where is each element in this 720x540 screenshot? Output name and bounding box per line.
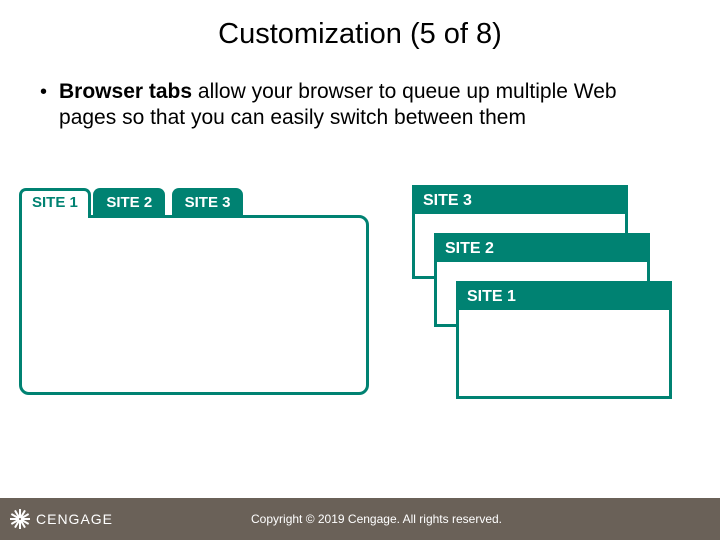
window-site1: SITE 1 [456, 281, 672, 399]
tab-body [19, 215, 369, 395]
slide-title: Customization (5 of 8) [0, 0, 720, 51]
bullet-lead: Browser tabs [59, 80, 192, 103]
copyright-text: Copyright © 2019 Cengage. All rights res… [113, 512, 720, 526]
tab-site1[interactable]: SITE 1 [19, 188, 91, 218]
window-body [459, 310, 669, 396]
illustration-area: SITE 1 SITE 2 SITE 3 SITE 3 SITE 2 SITE … [20, 188, 700, 438]
window-header: SITE 1 [459, 284, 669, 310]
tabbed-window: SITE 1 SITE 2 SITE 3 [20, 188, 370, 398]
window-header: SITE 3 [415, 188, 625, 214]
bullet-marker: • [40, 79, 59, 105]
brand-logo: CENGAGE [0, 509, 113, 529]
bullet-item: • Browser tabs allow your browser to que… [0, 51, 720, 131]
slide: Customization (5 of 8) • Browser tabs al… [0, 0, 720, 540]
tab-bar: SITE 1 SITE 2 SITE 3 [19, 188, 243, 218]
tab-site3[interactable]: SITE 3 [172, 188, 244, 218]
tab-site2[interactable]: SITE 2 [93, 188, 165, 218]
starburst-icon [10, 509, 30, 529]
footer-bar: CENGAGE Copyright © 2019 Cengage. All ri… [0, 498, 720, 540]
bullet-text: Browser tabs allow your browser to queue… [59, 79, 664, 131]
stacked-windows: SITE 3 SITE 2 SITE 1 [412, 185, 682, 415]
window-header: SITE 2 [437, 236, 647, 262]
brand-text: CENGAGE [36, 511, 113, 527]
